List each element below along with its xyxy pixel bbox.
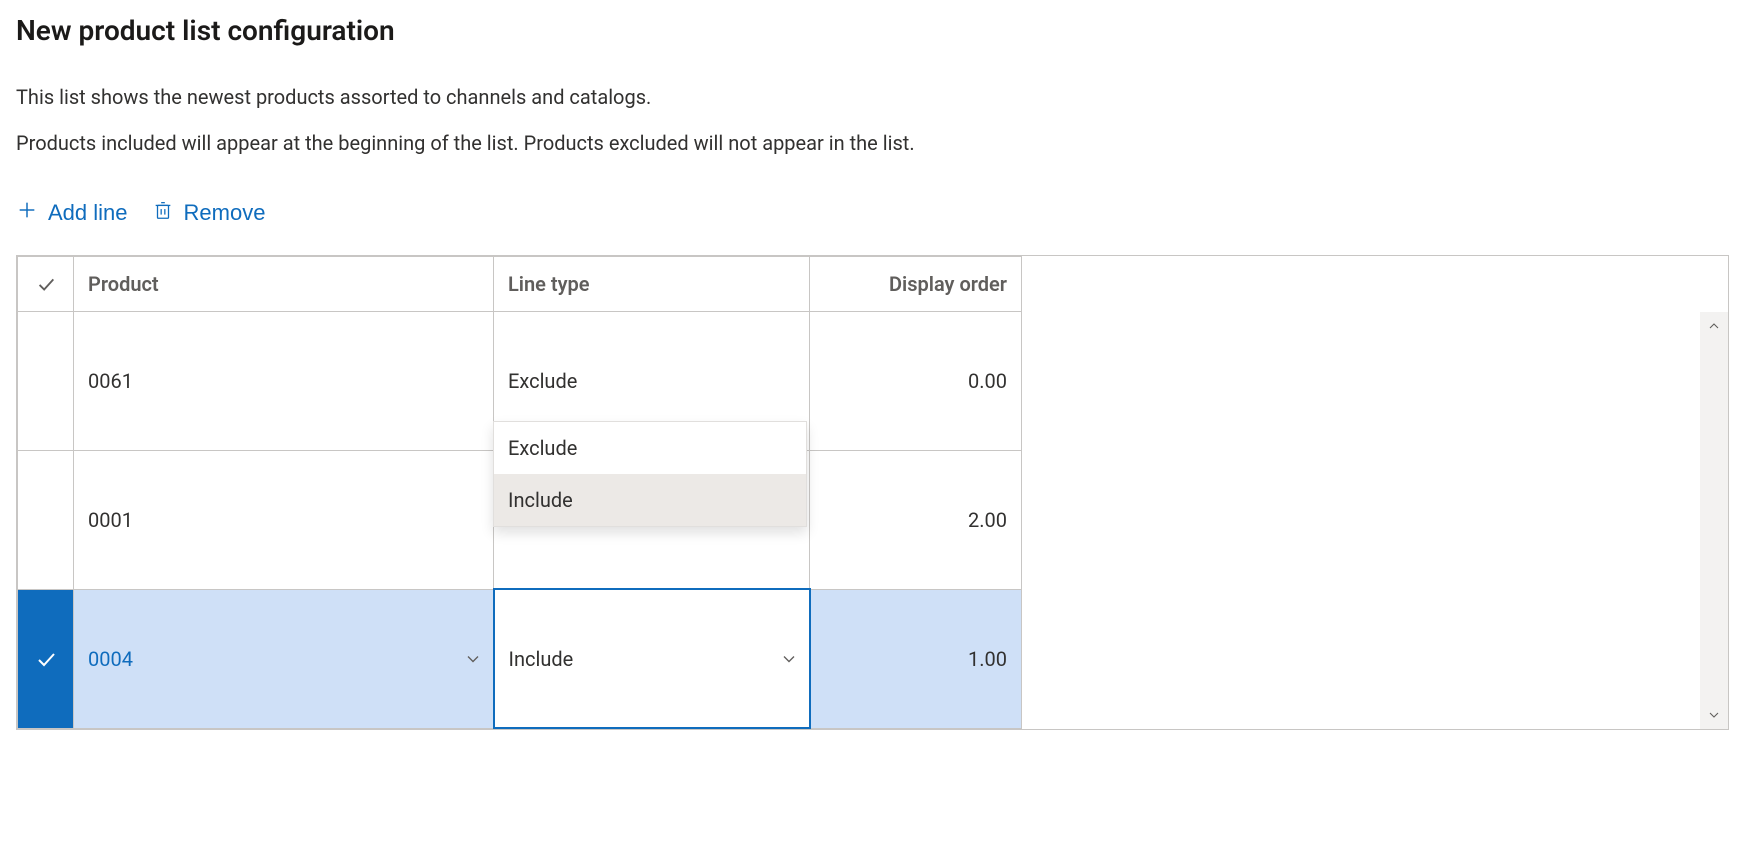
table-row-selected[interactable]: 0004 Include 1.00 — [18, 589, 1022, 728]
description-line-2: Products included will appear at the beg… — [16, 129, 1729, 157]
select-all-header[interactable] — [18, 257, 74, 312]
line-type-cell-active[interactable]: Include — [494, 589, 810, 728]
vertical-scrollbar[interactable] — [1700, 312, 1728, 729]
product-grid: Product Line type Display order 0061 Exc… — [16, 255, 1729, 730]
line-type-value: Include — [509, 647, 574, 671]
trash-icon — [152, 199, 174, 227]
chevron-down-icon[interactable] — [463, 649, 483, 669]
column-header-product[interactable]: Product — [74, 257, 494, 312]
plus-icon — [16, 199, 38, 227]
display-order-cell[interactable]: 1.00 — [810, 589, 1022, 728]
row-select-cell[interactable] — [18, 312, 74, 451]
description-line-1: This list shows the newest products asso… — [16, 83, 1729, 111]
column-header-display-order[interactable]: Display order — [810, 257, 1022, 312]
product-cell[interactable]: 0001 — [74, 450, 494, 589]
remove-button[interactable]: Remove — [152, 199, 266, 227]
add-line-label: Add line — [48, 200, 128, 226]
row-select-cell[interactable] — [18, 450, 74, 589]
check-icon — [18, 647, 73, 671]
scroll-up-button[interactable] — [1700, 312, 1728, 340]
product-value: 0004 — [88, 647, 133, 671]
scroll-down-button[interactable] — [1700, 701, 1728, 729]
row-select-cell[interactable] — [18, 589, 74, 728]
grid-toolbar: Add line Remove — [16, 199, 1729, 227]
remove-label: Remove — [184, 200, 266, 226]
add-line-button[interactable]: Add line — [16, 199, 128, 227]
column-header-line-type[interactable]: Line type — [494, 257, 810, 312]
product-cell[interactable]: 0004 — [74, 589, 494, 728]
check-icon — [18, 273, 73, 295]
grid-empty-area — [1022, 256, 1728, 729]
page-title: New product list configuration — [16, 14, 1729, 47]
display-order-cell[interactable]: 2.00 — [810, 450, 1022, 589]
dropdown-option-exclude[interactable]: Exclude — [494, 422, 806, 474]
display-order-cell[interactable]: 0.00 — [810, 312, 1022, 451]
dropdown-option-include[interactable]: Include — [494, 474, 806, 526]
line-type-dropdown: Exclude Include — [493, 421, 807, 527]
chevron-down-icon[interactable] — [779, 649, 799, 669]
grid-header-row: Product Line type Display order — [18, 257, 1022, 312]
product-cell[interactable]: 0061 — [74, 312, 494, 451]
